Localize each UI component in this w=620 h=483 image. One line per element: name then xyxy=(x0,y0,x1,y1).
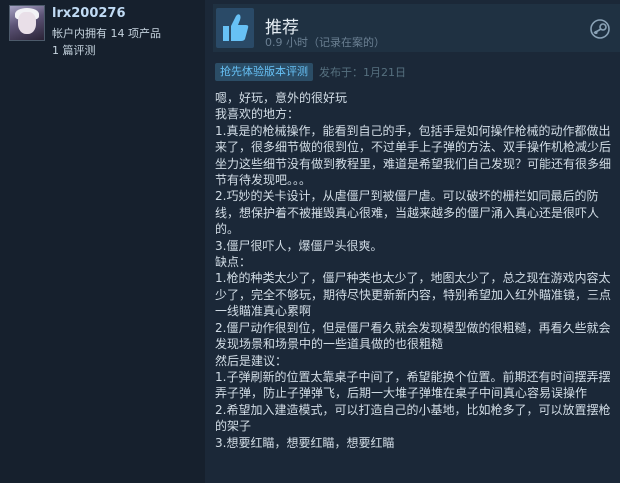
review-line: 3.僵尸很吓人，爆僵尸头很爽。 xyxy=(215,238,383,253)
products-owned[interactable]: 帐户内拥有 14 项产品 xyxy=(52,25,161,41)
avatar[interactable] xyxy=(9,5,45,41)
avatar-face xyxy=(18,12,36,34)
review-line: 我喜欢的地方： xyxy=(215,107,300,122)
review-line: 1.真是的枪械操作，能看到自己的手，包括手是如何操作枪械的动作都做出来了，很多细… xyxy=(215,123,612,188)
review-meta: 抢先体验版本评测 发布于：1月21日 xyxy=(215,63,406,81)
review-line: 嗯，好玩，意外的很好玩 xyxy=(215,91,348,105)
early-access-badge[interactable]: 抢先体验版本评测 xyxy=(215,63,313,81)
review-line: 然后是建议： xyxy=(215,353,288,368)
hours-played: 0.9 小时（记录在案的） xyxy=(265,36,385,49)
review-panel: 推荐 0.9 小时（记录在案的） 抢先体验版本评测 发布于：1月21日 嗯，好玩… xyxy=(205,0,620,483)
review-line: 1.枪的种类太少了，僵尸种类也太少了，地图太少了，总之现在游戏内容太少了，完全不… xyxy=(215,271,612,319)
author-panel: lrx200276 帐户内拥有 14 项产品 1 篇评测 xyxy=(0,0,205,483)
review-body: 嗯，好玩，意外的很好玩 我喜欢的地方： 1.真是的枪械操作，能看到自己的手，包括… xyxy=(215,90,615,451)
review-line: 1.子弹刷新的位置太靠桌子中间了，希望能换个位置。前期还有时间摆弄摆弄子弹，防止… xyxy=(215,369,611,401)
steam-logo-icon xyxy=(590,19,610,39)
review-line: 缺点： xyxy=(215,255,252,270)
verdict-header[interactable]: 推荐 0.9 小时（记录在案的） xyxy=(213,4,620,52)
review-line: 2.巧妙的关卡设计，从虐僵尸到被僵尸虐。可以破坏的栅栏如同最后的防线，想保护着不… xyxy=(215,189,600,237)
review-count[interactable]: 1 篇评测 xyxy=(52,42,96,58)
author-username[interactable]: lrx200276 xyxy=(52,6,126,21)
review-line: 2.希望加入建造模式，可以打造自己的小基地，比如枪多了，可以放置摆枪的架子 xyxy=(215,402,611,434)
review-line: 2.僵尸动作很到位，但是僵尸看久就会发现模型做的很粗糙，再看久些就会发现场景和场… xyxy=(215,320,611,352)
posted-date: 发布于：1月21日 xyxy=(319,66,406,79)
thumbs-up-icon xyxy=(216,8,254,48)
review-line: 3.想要红瞄，想要红瞄，想要红瞄 xyxy=(215,435,395,450)
